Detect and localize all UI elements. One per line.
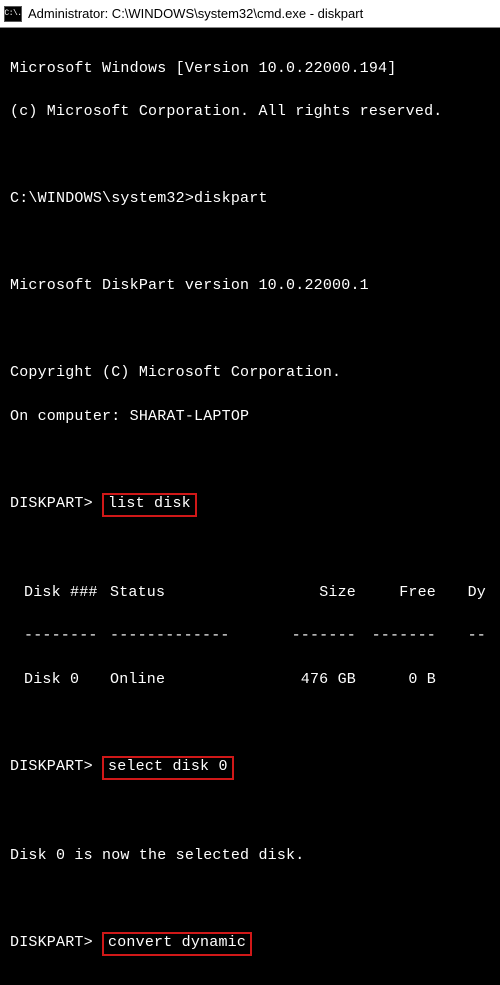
col-disk-header: Disk ###: [10, 582, 110, 604]
disk-table-header: Disk ### Status Size Free Dy: [10, 582, 490, 604]
cell-dyn: [436, 669, 486, 691]
cell-status: Online: [110, 669, 260, 691]
banner-line: (c) Microsoft Corporation. All rights re…: [10, 101, 490, 123]
diskpart-copyright: Copyright (C) Microsoft Corporation.: [10, 362, 490, 384]
diskpart-prompt: DISKPART>: [10, 934, 93, 951]
rule-seg: --------: [10, 625, 110, 647]
diskpart-version: Microsoft DiskPart version 10.0.22000.1: [10, 275, 490, 297]
terminal-output[interactable]: Microsoft Windows [Version 10.0.22000.19…: [0, 28, 500, 985]
diskpart-prompt: DISKPART>: [10, 495, 93, 512]
col-status-header: Status: [110, 582, 260, 604]
prompt-line: DISKPART> select disk 0: [10, 756, 490, 780]
banner-line: Microsoft Windows [Version 10.0.22000.19…: [10, 58, 490, 80]
cwd-command: diskpart: [194, 190, 268, 207]
cell-free: 0 B: [356, 669, 436, 691]
window-title: Administrator: C:\WINDOWS\system32\cmd.e…: [28, 6, 363, 21]
diskpart-prompt: DISKPART>: [10, 758, 93, 775]
prompt-line: DISKPART> list disk: [10, 493, 490, 517]
command-select-disk: select disk 0: [102, 756, 234, 780]
rule-seg: --: [436, 625, 486, 647]
rule-seg: -------: [356, 625, 436, 647]
cmd-icon: C:\.: [4, 6, 22, 22]
col-free-header: Free: [356, 582, 436, 604]
cwd-prompt: C:\WINDOWS\system32>: [10, 190, 194, 207]
command-convert-dynamic: convert dynamic: [102, 932, 252, 956]
diskpart-computer: On computer: SHARAT-LAPTOP: [10, 406, 490, 428]
col-size-header: Size: [260, 582, 356, 604]
table-row: Disk 0 Online 476 GB 0 B: [10, 669, 490, 691]
command-list-disk: list disk: [102, 493, 197, 517]
title-bar: C:\. Administrator: C:\WINDOWS\system32\…: [0, 0, 500, 28]
rule-seg: -------: [260, 625, 356, 647]
selected-message: Disk 0 is now the selected disk.: [10, 845, 490, 867]
prompt-line: DISKPART> convert dynamic: [10, 932, 490, 956]
cwd-line: C:\WINDOWS\system32>diskpart: [10, 188, 490, 210]
cell-disk: Disk 0: [10, 669, 110, 691]
disk-table-rule: -------- ------------- ------- ------- -…: [10, 625, 490, 647]
col-dyn-header: Dy: [436, 582, 486, 604]
cell-size: 476 GB: [260, 669, 356, 691]
rule-seg: -------------: [110, 625, 260, 647]
